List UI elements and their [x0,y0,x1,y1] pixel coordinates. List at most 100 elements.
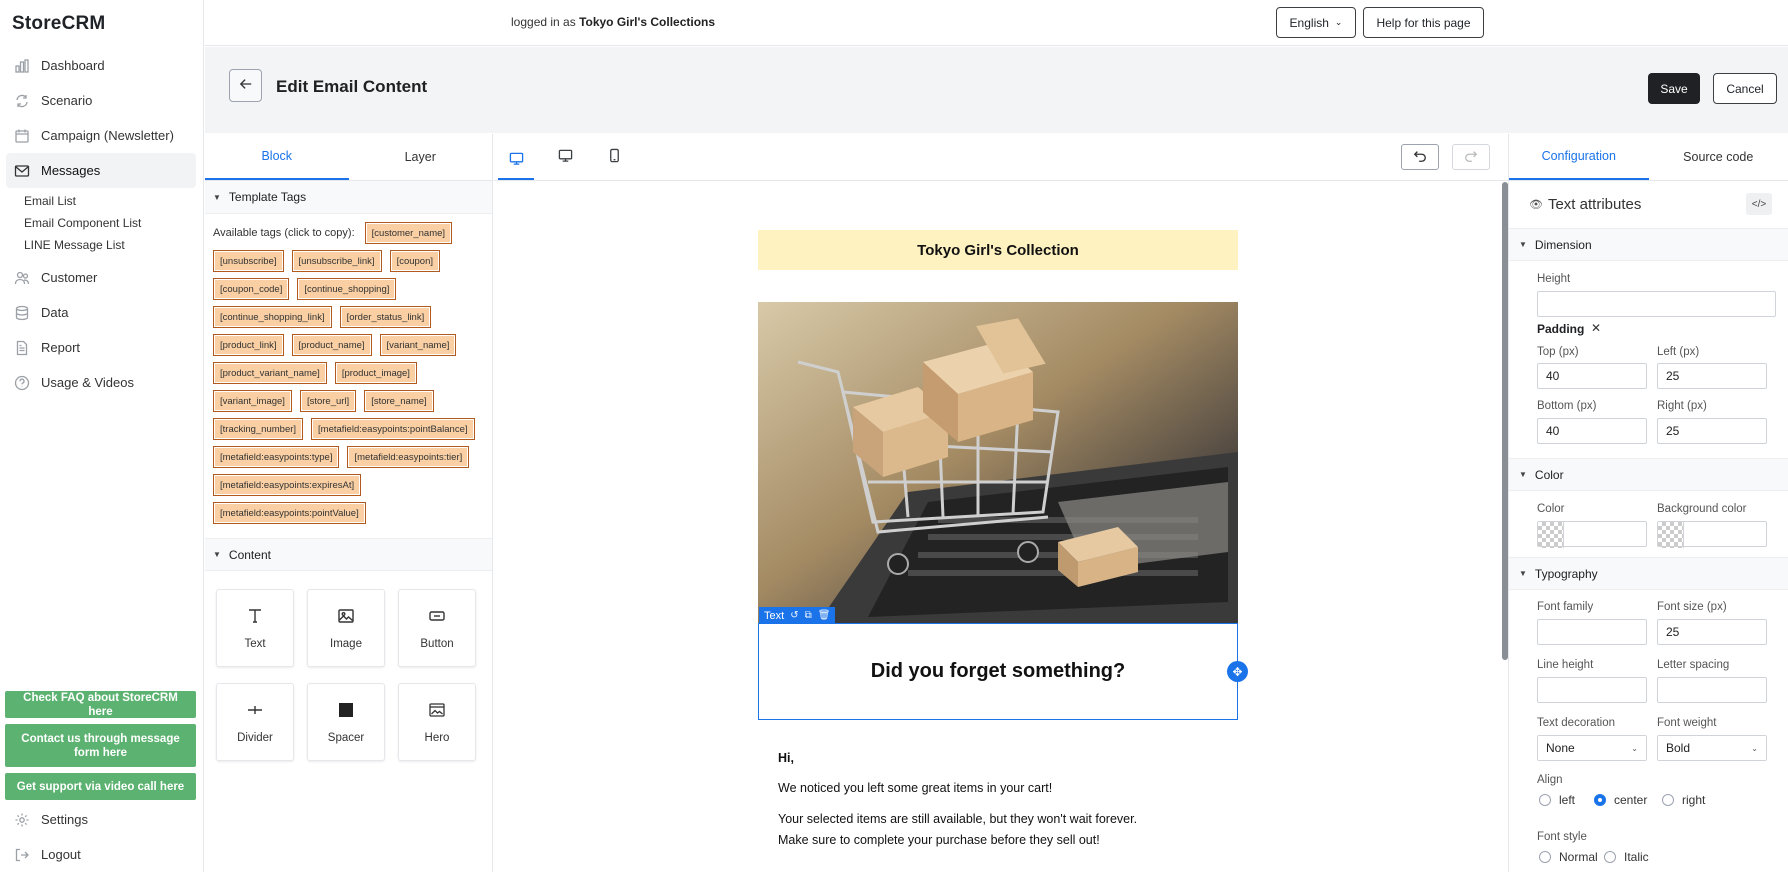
subnav-line-message-list[interactable]: LINE Message List [24,234,196,256]
template-tag[interactable]: [tracking_number] [213,418,304,440]
padding-top-input[interactable]: 40 [1537,363,1647,389]
redo-button[interactable] [1452,144,1490,170]
align-left-radio[interactable]: left [1539,793,1575,807]
device-mobile-button[interactable] [596,142,632,172]
hero-icon [428,701,446,722]
template-tag[interactable]: [coupon] [389,250,441,272]
template-tag[interactable]: [metafield:easypoints:pointBalance] [311,418,475,440]
subnav-email-list[interactable]: Email List [24,190,196,212]
font-style-normal-radio[interactable]: Normal [1539,850,1598,864]
chevron-down-icon: ⌄ [1751,744,1758,753]
sidebar-item-settings[interactable]: Settings [6,802,196,837]
template-tag[interactable]: [coupon_code] [213,278,290,300]
font-family-input[interactable] [1537,619,1647,645]
line-height-input[interactable] [1537,677,1647,703]
font-size-input[interactable]: 25 [1657,619,1767,645]
faq-button[interactable]: Check FAQ about StoreCRM here [5,691,196,718]
sidebar: StoreCRM Dashboard Scenario Campaign (Ne… [0,0,204,872]
typography-section[interactable]: ▼ Typography [1509,557,1788,590]
block-hero[interactable]: Hero [398,683,476,761]
help-page-button[interactable]: Help for this page [1363,7,1484,38]
align-right-radio[interactable]: right [1662,793,1705,807]
email-body[interactable]: Hi, We noticed you left some great items… [758,720,1238,851]
video-call-button[interactable]: Get support via video call here [5,773,196,800]
letter-spacing-input[interactable] [1657,677,1767,703]
tab-layer[interactable]: Layer [349,134,493,180]
color-input[interactable] [1537,521,1647,548]
padding-right-input[interactable]: 25 [1657,418,1767,444]
font-weight-select[interactable]: Bold ⌄ [1657,735,1767,761]
undo-button[interactable] [1401,144,1439,170]
bg-color-swatch[interactable] [1658,522,1684,548]
template-tag[interactable]: [store_name] [364,390,434,412]
sidebar-item-data[interactable]: Data [6,295,196,330]
eye-icon[interactable]: 👁 [1529,198,1543,211]
font-style-italic-radio[interactable]: Italic [1604,850,1649,864]
template-tag[interactable]: [continue_shopping_link] [213,306,332,328]
sidebar-item-logout[interactable]: Logout [6,837,196,872]
template-tag[interactable]: [customer_name] [364,222,453,244]
text-decoration-select[interactable]: None ⌄ [1537,735,1647,761]
tab-configuration[interactable]: Configuration [1509,134,1649,180]
code-icon[interactable]: </> [1746,193,1772,215]
sidebar-item-messages[interactable]: Messages [6,153,196,188]
selected-text-block[interactable]: Text ↺ ⧉ 🗑 Did you forget something? ✥ [758,607,1248,720]
padding-bottom-input[interactable]: 40 [1537,418,1647,444]
content-section[interactable]: ▼ Content [205,538,492,571]
height-input[interactable] [1537,291,1776,317]
email-header[interactable]: Tokyo Girl's Collection [758,230,1238,270]
tab-source-code[interactable]: Source code [1649,134,1788,180]
color-section[interactable]: ▼ Color [1509,458,1788,491]
subnav-email-component-list[interactable]: Email Component List [24,212,196,234]
tab-block[interactable]: Block [205,134,349,180]
block-text[interactable]: Text [216,589,294,667]
trash-icon[interactable]: 🗑 [818,610,831,621]
template-tag[interactable]: [metafield:easypoints:expiresAt] [213,474,362,496]
language-select[interactable]: English ⌄ [1276,7,1356,38]
arrow-up-icon[interactable]: ↺ [790,610,798,621]
device-tablet-button[interactable] [547,142,583,172]
cancel-button[interactable]: Cancel [1713,73,1777,104]
save-button[interactable]: Save [1648,73,1700,104]
template-tag[interactable]: [unsubscribe_link] [291,250,382,272]
template-tag[interactable]: [store_url] [299,390,357,412]
move-icon[interactable]: ✥ [1227,661,1248,682]
email-headline[interactable]: Did you forget something? [871,660,1125,683]
sidebar-item-scenario[interactable]: Scenario [6,83,196,118]
sidebar-item-customer[interactable]: Customer [6,260,196,295]
sidebar-item-usage[interactable]: Usage & Videos [6,365,196,400]
block-divider[interactable]: Divider [216,683,294,761]
bg-color-input[interactable] [1657,521,1767,548]
template-tag[interactable]: [product_name] [291,334,372,356]
device-desktop-active-button[interactable] [498,142,534,180]
letter-spacing-label: Letter spacing [1657,659,1730,671]
block-image[interactable]: Image [307,589,385,667]
sidebar-item-report[interactable]: Report [6,330,196,365]
template-tag[interactable]: [metafield:easypoints:type] [213,446,340,468]
template-tag[interactable]: [metafield:easypoints:tier] [347,446,470,468]
brand-logo[interactable]: StoreCRM [12,13,105,35]
block-button[interactable]: Button [398,589,476,667]
template-tags-section[interactable]: ▼ Template Tags [205,181,492,214]
template-tag[interactable]: [metafield:easypoints:pointValue] [213,502,366,524]
sidebar-item-campaign[interactable]: Campaign (Newsletter) [6,118,196,153]
template-tag[interactable]: [continue_shopping] [297,278,397,300]
block-spacer[interactable]: Spacer [307,683,385,761]
template-tag[interactable]: [unsubscribe] [213,250,284,272]
copy-icon[interactable]: ⧉ [805,610,812,621]
align-center-radio[interactable]: center [1594,793,1647,807]
template-tag[interactable]: [variant_image] [213,390,292,412]
template-tag[interactable]: [product_image] [334,362,417,384]
template-tag[interactable]: [product_variant_name] [213,362,327,384]
template-tag[interactable]: [product_link] [213,334,284,356]
close-icon[interactable]: ✕ [1591,321,1601,335]
sidebar-item-dashboard[interactable]: Dashboard [6,48,196,83]
back-button[interactable] [229,69,262,102]
padding-left-input[interactable]: 25 [1657,363,1767,389]
template-tag[interactable]: [order_status_link] [339,306,432,328]
dimension-section[interactable]: ▼ Dimension [1509,228,1788,261]
email-hero-image[interactable] [758,302,1238,623]
template-tag[interactable]: [variant_name] [379,334,457,356]
color-swatch[interactable] [1538,522,1564,548]
contact-form-button[interactable]: Contact us through message form here [5,724,196,767]
